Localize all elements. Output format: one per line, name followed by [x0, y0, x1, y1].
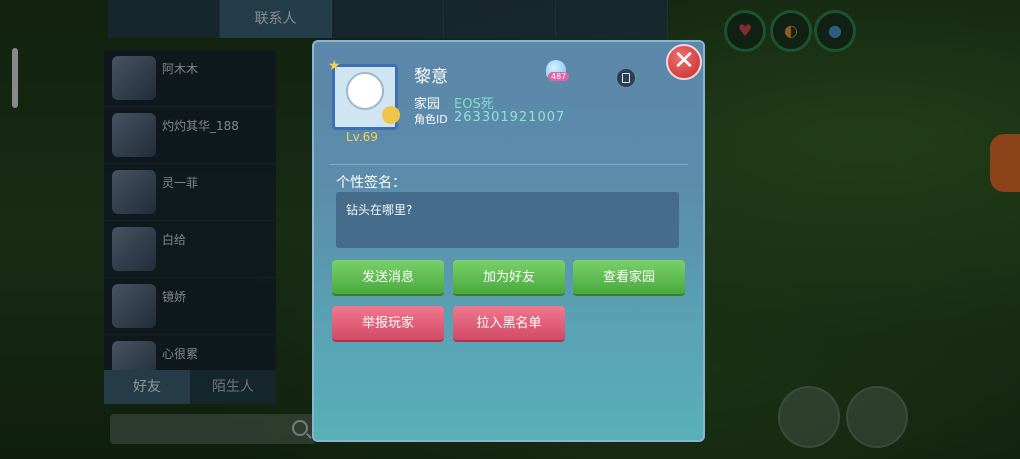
star-icon: ★: [328, 58, 341, 74]
moon-icon: [382, 106, 400, 124]
player-name: 黎意: [414, 67, 448, 87]
signature-text: 钻头在哪里?: [346, 203, 413, 217]
copy-icon[interactable]: [616, 68, 636, 88]
heart-count: 487: [548, 72, 570, 81]
blacklist-button[interactable]: 拉入黑名单: [453, 306, 565, 342]
send-message-button[interactable]: 发送消息: [332, 260, 444, 296]
report-player-button[interactable]: 举报玩家: [332, 306, 444, 342]
close-icon: ✕: [673, 46, 695, 76]
role-id-value: 263301921007: [454, 110, 566, 125]
add-friend-button[interactable]: 加为好友: [453, 260, 565, 296]
popularity-badge: 487: [542, 60, 570, 84]
player-portrait: ★: [326, 58, 404, 132]
signature-box: 钻头在哪里?: [336, 192, 679, 248]
role-id-label: 角色ID: [414, 113, 448, 126]
divider: [330, 164, 688, 165]
signature-label: 个性签名：: [336, 175, 406, 191]
player-level: Lv.69: [346, 130, 378, 144]
avatar: [346, 72, 384, 110]
close-button[interactable]: ✕: [666, 44, 702, 80]
view-garden-button[interactable]: 查看家园: [573, 260, 685, 296]
garden-label: 家园: [414, 97, 441, 112]
